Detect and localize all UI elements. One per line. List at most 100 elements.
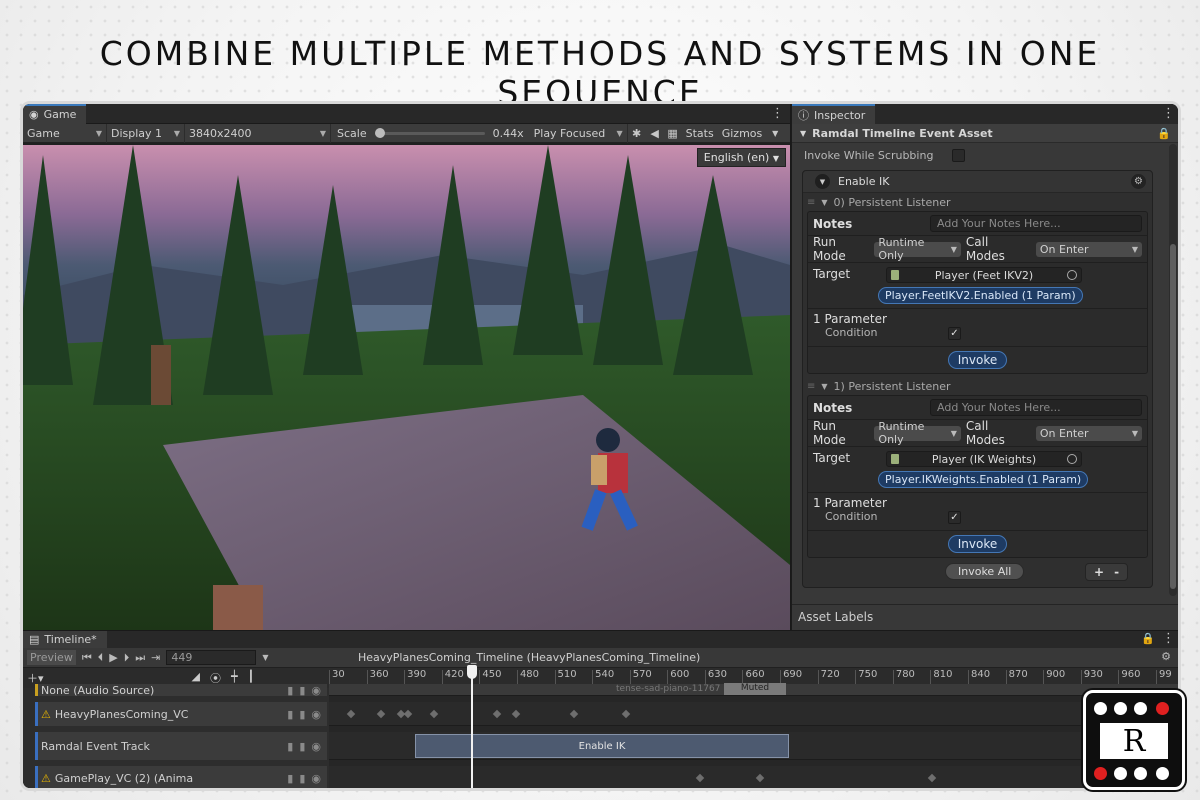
lock-icon[interactable]: ▮ <box>287 740 293 753</box>
stats-button[interactable]: Stats <box>682 127 718 140</box>
go-to-end-icon[interactable]: ⏭ <box>135 651 145 665</box>
game-viewport[interactable]: English (en) ▼ <box>23 145 790 630</box>
invoke-all-button[interactable]: Invoke All <box>945 563 1025 580</box>
event-lane[interactable]: Enable IK <box>329 732 1178 760</box>
eye-icon[interactable]: ◉ <box>311 740 321 753</box>
notes-input[interactable]: Add Your Notes Here... <box>930 215 1142 232</box>
language-value: English (en) <box>703 151 770 164</box>
gizmos-button[interactable]: Gizmos <box>718 127 767 140</box>
gear-icon[interactable]: ⚙ <box>1131 174 1146 189</box>
playhead[interactable] <box>471 668 473 788</box>
keyframe[interactable] <box>376 709 386 719</box>
keyframe[interactable] <box>492 709 502 719</box>
track-header[interactable]: ⚠ GamePlay_VC (2) (Anima ▮ ▮ ◉ <box>35 766 327 788</box>
keyframe[interactable] <box>569 709 579 719</box>
invoke-button[interactable]: Invoke <box>947 351 1008 369</box>
foldout-arrow-icon[interactable]: ▼ <box>800 129 806 138</box>
call-modes-dropdown[interactable]: On Enter ▼ <box>1035 425 1142 441</box>
previous-frame-icon[interactable]: ⏴ <box>98 651 104 665</box>
event-header[interactable]: ▼ Enable IK ⚙ <box>803 171 1152 193</box>
lock-icon[interactable]: ▮ <box>299 740 305 753</box>
listener-0-title-row[interactable]: ≡ ▼ 0) Persistent Listener <box>803 193 1152 211</box>
lock-icon[interactable]: ▮ <box>299 772 305 785</box>
go-to-start-icon[interactable]: ⏮ <box>82 651 92 665</box>
play-icon[interactable]: ▶ <box>109 651 117 664</box>
lock-icon[interactable]: ▮ <box>287 772 293 785</box>
drag-handle-icon[interactable]: ≡ <box>807 381 815 392</box>
lock-icon[interactable]: ▮ <box>287 708 293 721</box>
drag-handle-icon[interactable]: ≡ <box>807 197 815 208</box>
lock-icon[interactable]: ▮ <box>299 684 305 697</box>
run-mode-dropdown[interactable]: Runtime Only ▼ <box>874 420 961 446</box>
speaker-icon[interactable]: ◀ <box>646 127 664 140</box>
kebab-menu-icon[interactable]: ⋮ <box>771 106 784 121</box>
remove-listener-button[interactable]: - <box>1114 565 1119 579</box>
call-modes-dropdown[interactable]: On Enter ▼ <box>1035 241 1142 257</box>
keyframe[interactable] <box>346 709 356 719</box>
foldout-arrow-icon[interactable]: ▼ <box>821 382 827 391</box>
condition-checkbox[interactable]: ✓ <box>948 327 961 340</box>
language-dropdown[interactable]: English (en) ▼ <box>696 148 786 167</box>
next-frame-icon[interactable]: ⏵ <box>124 651 130 665</box>
keyframe[interactable] <box>927 773 937 783</box>
animation-lane-2[interactable] <box>329 766 1178 788</box>
eye-icon[interactable]: ◉ <box>311 684 321 697</box>
method-selector[interactable]: Player.FeetIKV2.Enabled (1 Param) <box>878 287 1083 304</box>
component-header[interactable]: ▼ Ramdal Timeline Event Asset 🔒 <box>792 124 1178 143</box>
resolution-dropdown[interactable]: 3840x2400 ▼ <box>185 123 331 143</box>
listener-1-title-row[interactable]: ≡ ▼ 1) Persistent Listener <box>803 377 1152 395</box>
invoke-button[interactable]: Invoke <box>947 535 1008 553</box>
notes-input[interactable]: Add Your Notes Here... <box>930 399 1142 416</box>
keyframe[interactable] <box>429 709 439 719</box>
foldout-arrow-icon[interactable]: ▼ <box>815 174 830 189</box>
lock-icon[interactable]: ▮ <box>287 684 293 697</box>
invoke-while-scrubbing-checkbox[interactable] <box>952 148 965 162</box>
keyframe[interactable] <box>621 709 631 719</box>
kebab-menu-icon[interactable]: ⋮ <box>1162 106 1175 121</box>
keyframe[interactable] <box>695 773 705 783</box>
foldout-arrow-icon[interactable]: ▼ <box>821 198 827 207</box>
display-dropdown[interactable]: Display 1 ▼ <box>107 123 185 143</box>
game-mode-dropdown[interactable]: Game ▼ <box>23 123 107 143</box>
lock-icon[interactable]: 🔒 <box>1141 632 1155 645</box>
preview-button[interactable]: Preview <box>27 650 76 665</box>
keyframe[interactable] <box>755 773 765 783</box>
play-focused-dropdown[interactable]: Play Focused ▼ <box>530 123 628 143</box>
scale-slider-knob[interactable] <box>374 127 385 138</box>
bug-icon[interactable]: ✱ <box>628 127 646 140</box>
lock-icon[interactable]: ▮ <box>299 708 305 721</box>
keyframe[interactable] <box>511 709 521 719</box>
asset-labels-header[interactable]: Asset Labels <box>792 604 1178 628</box>
target-object-field[interactable]: Player (Feet IKV2) <box>886 267 1082 283</box>
frame-input[interactable]: 449 <box>166 650 257 665</box>
lock-icon[interactable]: 🔒 <box>1157 127 1171 140</box>
keyframe[interactable] <box>403 709 413 719</box>
animation-lane-1[interactable] <box>329 702 1178 726</box>
scale-slider[interactable] <box>374 127 485 138</box>
loop-icon[interactable]: ⇥ <box>151 651 160 664</box>
game-tab[interactable]: ◉ Game <box>23 104 87 124</box>
ruler-tick-label: 510 <box>557 669 577 680</box>
audio-clip-label: tense-sad-piano-11767 <box>616 684 721 694</box>
chevron-down-icon[interactable]: ▼ <box>766 129 784 138</box>
track-header[interactable]: ⚠ HeavyPlanesComing_VC ▮ ▮ ◉ <box>35 702 327 726</box>
kebab-menu-icon[interactable]: ⋮ <box>1162 631 1175 646</box>
timeline-tab[interactable]: ▤ Timeline* <box>23 631 107 648</box>
eye-icon[interactable]: ◉ <box>311 708 321 721</box>
inspector-tab[interactable]: ⓘ Inspector <box>792 104 876 124</box>
chevron-down-icon[interactable]: ▼ <box>262 653 268 662</box>
run-mode-dropdown[interactable]: Runtime Only ▼ <box>874 236 961 262</box>
track-header[interactable]: None (Audio Source) ▮ ▮ ◉ <box>35 684 327 697</box>
keyboard-icon[interactable]: ▦ <box>664 127 682 140</box>
inspector-scrollbar[interactable] <box>1169 144 1177 596</box>
add-listener-button[interactable]: + <box>1094 565 1104 579</box>
target-object-field[interactable]: Player (IK Weights) <box>886 451 1082 467</box>
object-picker-icon[interactable] <box>1067 454 1077 464</box>
eye-icon[interactable]: ◉ <box>311 772 321 785</box>
object-picker-icon[interactable] <box>1067 270 1077 280</box>
scrollbar-thumb[interactable] <box>1170 244 1176 589</box>
condition-checkbox[interactable]: ✓ <box>948 511 961 524</box>
gear-icon[interactable]: ⚙ <box>1161 650 1171 663</box>
track-header[interactable]: Ramdal Event Track ▮ ▮ ◉ <box>35 732 327 760</box>
method-selector[interactable]: Player.IKWeights.Enabled (1 Param) <box>878 471 1089 488</box>
